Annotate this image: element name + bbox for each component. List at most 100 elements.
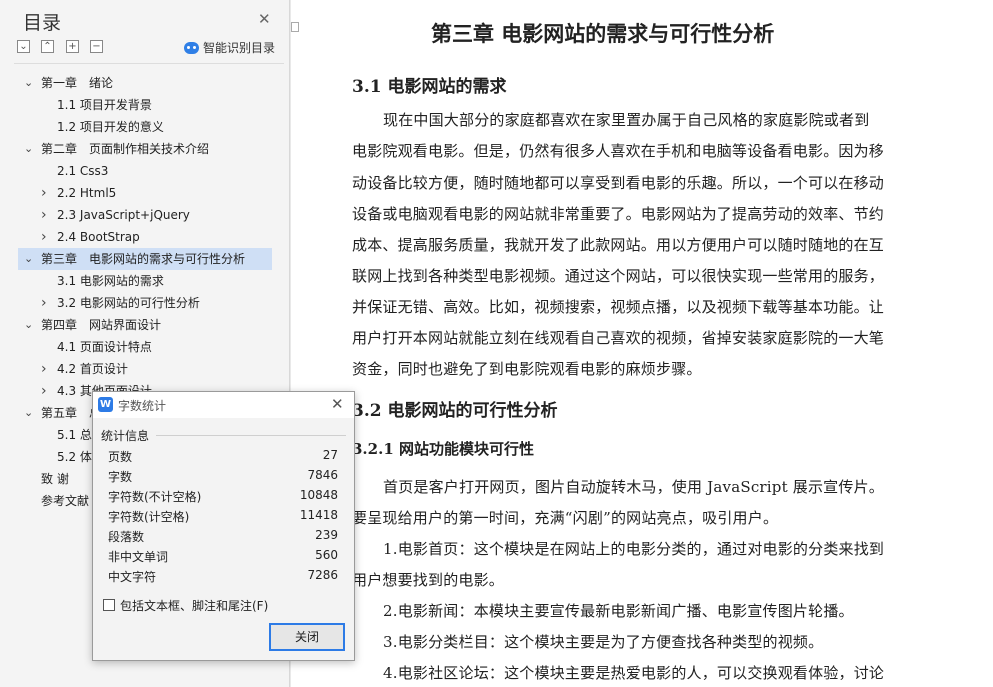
toc-item[interactable]: ⌄ 第三章 电影网站的需求与可行性分析 bbox=[18, 248, 272, 270]
toc-item-label: 第一章 绪论 bbox=[41, 76, 114, 90]
toc-item[interactable]: 1.1 项目开发背景 bbox=[18, 94, 272, 116]
dialog-close-icon[interactable]: ✕ bbox=[331, 395, 344, 413]
stats-label: 中文字符 bbox=[108, 570, 157, 584]
stats-row: 中文字符 7286 bbox=[108, 568, 338, 588]
paragraph-line: 资金，同时也避免了到电影院观看电影的麻烦步骤。 bbox=[352, 360, 702, 378]
paragraph-line: 现在中国大部分的家庭都喜欢在家里置办属于自己风格的家庭影院或者到 bbox=[383, 111, 870, 129]
group-divider bbox=[156, 435, 346, 436]
chevron-right-icon[interactable]: › bbox=[41, 358, 47, 380]
toc-item-label: 致 谢 bbox=[41, 472, 69, 486]
stats-row: 字数 7846 bbox=[108, 468, 338, 488]
toc-item[interactable]: ⌄ 第二章 页面制作相关技术介绍 bbox=[18, 138, 272, 160]
remove-heading-icon[interactable]: − bbox=[90, 40, 103, 53]
toc-item-label: 4.1 页面设计特点 bbox=[57, 340, 152, 354]
paragraph-line: 用户想要找到的电影。 bbox=[352, 571, 505, 589]
stats-value: 239 bbox=[315, 528, 338, 542]
section-heading: 3.2.1 网站功能模块可行性 bbox=[352, 440, 534, 458]
chevron-right-icon[interactable]: › bbox=[41, 182, 47, 204]
chevron-down-icon[interactable]: ⌄ bbox=[24, 402, 33, 424]
stats-row: 非中文单词 560 bbox=[108, 548, 338, 568]
toc-item[interactable]: 2.1 Css3 bbox=[18, 160, 272, 182]
paragraph-line: 2.电影新闻：本模块主要宣传最新电影新闻广播、电影宣传图片轮播。 bbox=[383, 602, 854, 620]
toc-item-label: 5.1 总 bbox=[57, 428, 92, 442]
ai-bot-icon bbox=[184, 41, 199, 54]
paragraph-line: 4.电影社区论坛：这个模块主要是热爱电影的人，可以交换观看体验，讨论 bbox=[383, 664, 885, 682]
add-heading-icon[interactable]: + bbox=[66, 40, 79, 53]
toc-item-label: 2.1 Css3 bbox=[57, 164, 109, 178]
stats-label: 页数 bbox=[108, 450, 133, 464]
paragraph-line: 电影院观看电影。但是，仍然有很多人喜欢在手机和电脑等设备看电影。因为移 bbox=[352, 142, 885, 160]
toc-item-label: 第四章 网站界面设计 bbox=[41, 318, 162, 332]
toc-item[interactable]: 1.2 项目开发的意义 bbox=[18, 116, 272, 138]
chevron-right-icon[interactable]: › bbox=[41, 204, 47, 226]
toc-item[interactable]: ⌄ 第四章 网站界面设计 bbox=[18, 314, 272, 336]
word-count-dialog: W 字数统计 ✕ 统计信息 页数 27 字数 7846 字符数(不计空格) 10848 字符… bbox=[92, 391, 355, 661]
dialog-title: 字数统计 bbox=[118, 399, 167, 413]
stats-value: 560 bbox=[315, 548, 338, 562]
stats-value: 7286 bbox=[307, 568, 338, 582]
stats-value: 11418 bbox=[299, 508, 338, 522]
chevron-right-icon[interactable]: › bbox=[41, 226, 47, 248]
include-textbox-label[interactable]: 包括文本框、脚注和尾注(F) bbox=[120, 597, 268, 614]
paragraph-line: 成本、提高服务质量，我就开发了此款网站。用以方便用户可以随时随地的在互 bbox=[352, 236, 885, 254]
paragraph-line: 并保证无错、高效。比如，视频搜索，视频点播，以及视频下载等基本功能。让 bbox=[352, 298, 885, 316]
toc-item-label: 2.3 JavaScript+jQuery bbox=[57, 208, 190, 222]
chevron-down-icon[interactable]: ⌄ bbox=[24, 314, 33, 336]
stats-label: 段落数 bbox=[108, 530, 145, 544]
toc-item[interactable]: › 2.3 JavaScript+jQuery bbox=[18, 204, 272, 226]
toc-close-icon[interactable]: ✕ bbox=[258, 10, 271, 28]
stats-label: 字数 bbox=[108, 470, 133, 484]
toc-item-label: 参考文献 bbox=[41, 494, 90, 508]
paragraph-line: 联网上找到各种类型电影视频。通过这个网站，可以很快实现一些常用的服务， bbox=[352, 267, 885, 285]
chevron-right-icon[interactable]: › bbox=[41, 380, 47, 402]
paragraph-line: 首页是客户打开网页，图片自动旋转木马，使用 JavaScript 展示宣传片。 bbox=[383, 478, 884, 496]
stats-label: 字符数(不计空格) bbox=[108, 490, 202, 504]
document-icon bbox=[291, 22, 299, 32]
toc-item-label: 第三章 电影网站的需求与可行性分析 bbox=[41, 252, 246, 266]
wps-logo-icon: W bbox=[98, 397, 113, 412]
paragraph-line: 要呈现给用户的第一时间，充满“闪剧”的网站亮点，吸引用户。 bbox=[352, 509, 779, 527]
toc-title: 目录 bbox=[23, 12, 62, 34]
toc-item-label: 1.1 项目开发背景 bbox=[57, 98, 152, 112]
document-page[interactable]: 第三章 电影网站的需求与可行性分析 3.1 电影网站的需求现在中国大部分的家庭都喜… bbox=[291, 0, 993, 687]
include-textbox-checkbox[interactable] bbox=[103, 599, 115, 611]
toc-item[interactable]: 4.1 页面设计特点 bbox=[18, 336, 272, 358]
paragraph-line: 用户打开本网站就能立刻在线观看自己喜欢的视频，省掉安装家庭影院的一大笔 bbox=[352, 329, 885, 347]
stats-row: 字符数(计空格) 11418 bbox=[108, 508, 338, 528]
collapse-all-icon[interactable]: ⌄ bbox=[17, 40, 30, 53]
stats-group-label: 统计信息 bbox=[101, 429, 150, 443]
toc-item-label: 3.2 电影网站的可行性分析 bbox=[57, 296, 200, 310]
toc-item-label: 4.2 首页设计 bbox=[57, 362, 128, 376]
expand-all-icon[interactable]: ⌃ bbox=[41, 40, 54, 53]
stats-row: 字符数(不计空格) 10848 bbox=[108, 488, 338, 508]
stats-value: 7846 bbox=[307, 468, 338, 482]
toc-item[interactable]: › 3.2 电影网站的可行性分析 bbox=[18, 292, 272, 314]
smart-toc-label: 智能识别目录 bbox=[203, 41, 276, 55]
toc-item-label: 1.2 项目开发的意义 bbox=[57, 120, 164, 134]
chapter-title: 第三章 电影网站的需求与可行性分析 bbox=[431, 21, 775, 46]
dialog-titlebar[interactable]: W 字数统计 ✕ bbox=[93, 392, 354, 418]
chevron-down-icon[interactable]: ⌄ bbox=[24, 138, 33, 160]
chevron-down-icon[interactable]: ⌄ bbox=[24, 248, 33, 270]
stats-label: 非中文单词 bbox=[108, 550, 169, 564]
toc-item-label: 第二章 页面制作相关技术介绍 bbox=[41, 142, 210, 156]
chevron-right-icon[interactable]: › bbox=[41, 292, 47, 314]
smart-toc-button[interactable]: 智能识别目录 bbox=[184, 39, 275, 56]
toc-item[interactable]: › 2.2 Html5 bbox=[18, 182, 272, 204]
stats-value: 27 bbox=[322, 448, 338, 462]
toc-item-label: 2.4 BootStrap bbox=[57, 230, 140, 244]
paragraph-line: 动设备比较方便，随时随地都可以享受到看电影的乐趣。所以，一个可以在移动 bbox=[352, 174, 885, 192]
toc-item[interactable]: › 4.2 首页设计 bbox=[18, 358, 272, 380]
toc-item[interactable]: ⌄ 第一章 绪论 bbox=[18, 72, 272, 94]
section-heading: 3.1 电影网站的需求 bbox=[352, 77, 507, 97]
stats-label: 字符数(计空格) bbox=[108, 510, 190, 524]
paragraph-line: 3.电影分类栏目：这个模块主要是为了方便查找各种类型的视频。 bbox=[383, 633, 824, 651]
close-button[interactable]: 关闭 bbox=[269, 623, 345, 651]
toc-item-label: 2.2 Html5 bbox=[57, 186, 117, 200]
toc-item[interactable]: › 2.4 BootStrap bbox=[18, 226, 272, 248]
toc-item-label: 3.1 电影网站的需求 bbox=[57, 274, 164, 288]
toc-item[interactable]: 3.1 电影网站的需求 bbox=[18, 270, 272, 292]
stats-value: 10848 bbox=[299, 488, 338, 502]
chevron-down-icon[interactable]: ⌄ bbox=[24, 72, 33, 94]
paragraph-line: 1.电影首页：这个模块是在网站上的电影分类的，通过对电影的分类来找到 bbox=[383, 540, 885, 558]
